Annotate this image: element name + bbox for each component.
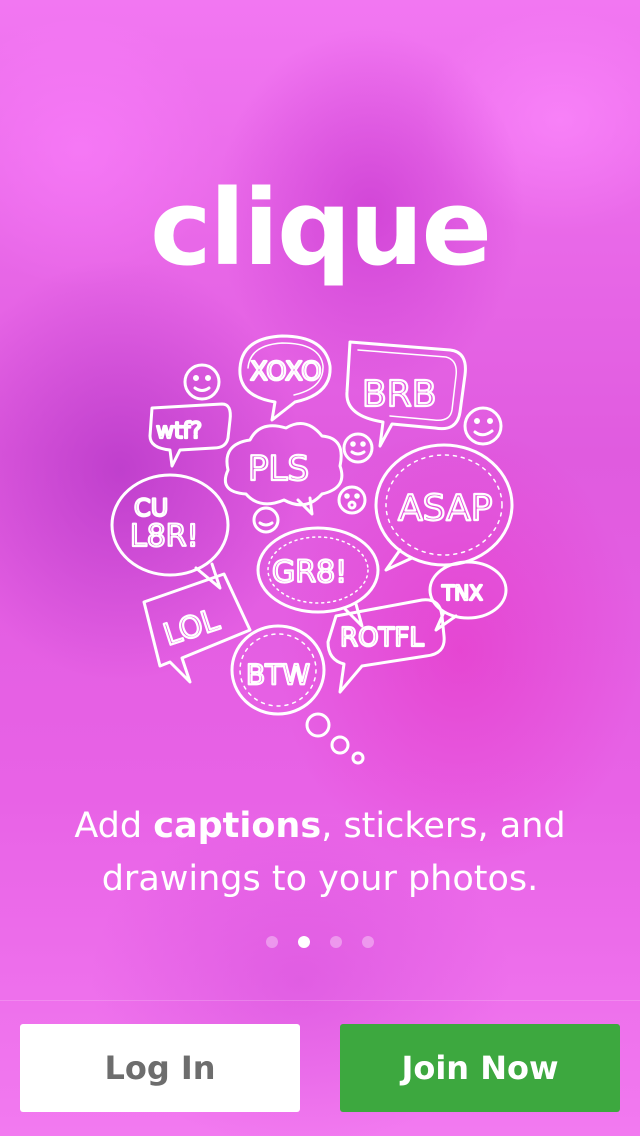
- svg-text:XOXO: XOXO: [250, 357, 322, 387]
- svg-text:PLS: PLS: [248, 449, 309, 489]
- join-now-button[interactable]: Join Now: [340, 1024, 620, 1112]
- page-dot-3[interactable]: [330, 936, 342, 948]
- face-sticker-icon: [463, 406, 503, 446]
- bubble-xoxo: XOXO: [238, 334, 332, 422]
- footer-divider: [0, 1000, 640, 1001]
- bubble-asap: ASAP: [374, 443, 514, 572]
- svg-text:TNX: TNX: [441, 581, 483, 605]
- login-button[interactable]: Log In: [20, 1024, 300, 1112]
- svg-text:L8R!: L8R!: [130, 519, 199, 554]
- caption-highlight: captions: [153, 806, 322, 846]
- svg-text:ROTFL: ROTFL: [340, 623, 424, 653]
- onboarding-caption: Add captions, stickers, and drawings to …: [20, 800, 620, 906]
- speech-bubbles-illustration: XOXO BRB wtf? PLS ASAP CU L8R! GR8! LOL …: [110, 334, 514, 765]
- svg-text:GR8!: GR8!: [272, 555, 347, 590]
- bubble-btw: BTW: [230, 624, 326, 716]
- page-dot-1[interactable]: [266, 936, 278, 948]
- bubble-brb: BRB: [345, 340, 467, 448]
- page-dot-4[interactable]: [362, 936, 374, 948]
- svg-text:CU: CU: [134, 494, 168, 522]
- face-sticker-icon: [252, 506, 280, 534]
- bubble-lol: LOL: [142, 572, 252, 684]
- page-dot-2[interactable]: [298, 936, 310, 948]
- thought-dots-icon: [305, 712, 365, 765]
- bubble-pls: PLS: [223, 422, 344, 516]
- face-sticker-icon: [342, 432, 374, 464]
- bubble-wtf: wtf?: [148, 402, 232, 468]
- svg-text:wtf?: wtf?: [156, 419, 202, 444]
- bubble-rotfl: ROTFL: [326, 598, 446, 694]
- bubble-cu-l8r: CU L8R!: [110, 473, 230, 590]
- svg-text:BRB: BRB: [362, 374, 436, 415]
- face-sticker-icon: [337, 485, 367, 515]
- app-logo: clique: [150, 167, 492, 289]
- onboarding-screen: clique XOXO BRB wtf? PLS ASAP CU L8R! GR…: [0, 0, 640, 1136]
- face-sticker-icon: [183, 363, 221, 401]
- svg-text:ASAP: ASAP: [398, 488, 492, 529]
- caption-prefix: Add: [74, 806, 154, 846]
- page-indicator[interactable]: [0, 936, 640, 952]
- svg-text:BTW: BTW: [246, 658, 310, 691]
